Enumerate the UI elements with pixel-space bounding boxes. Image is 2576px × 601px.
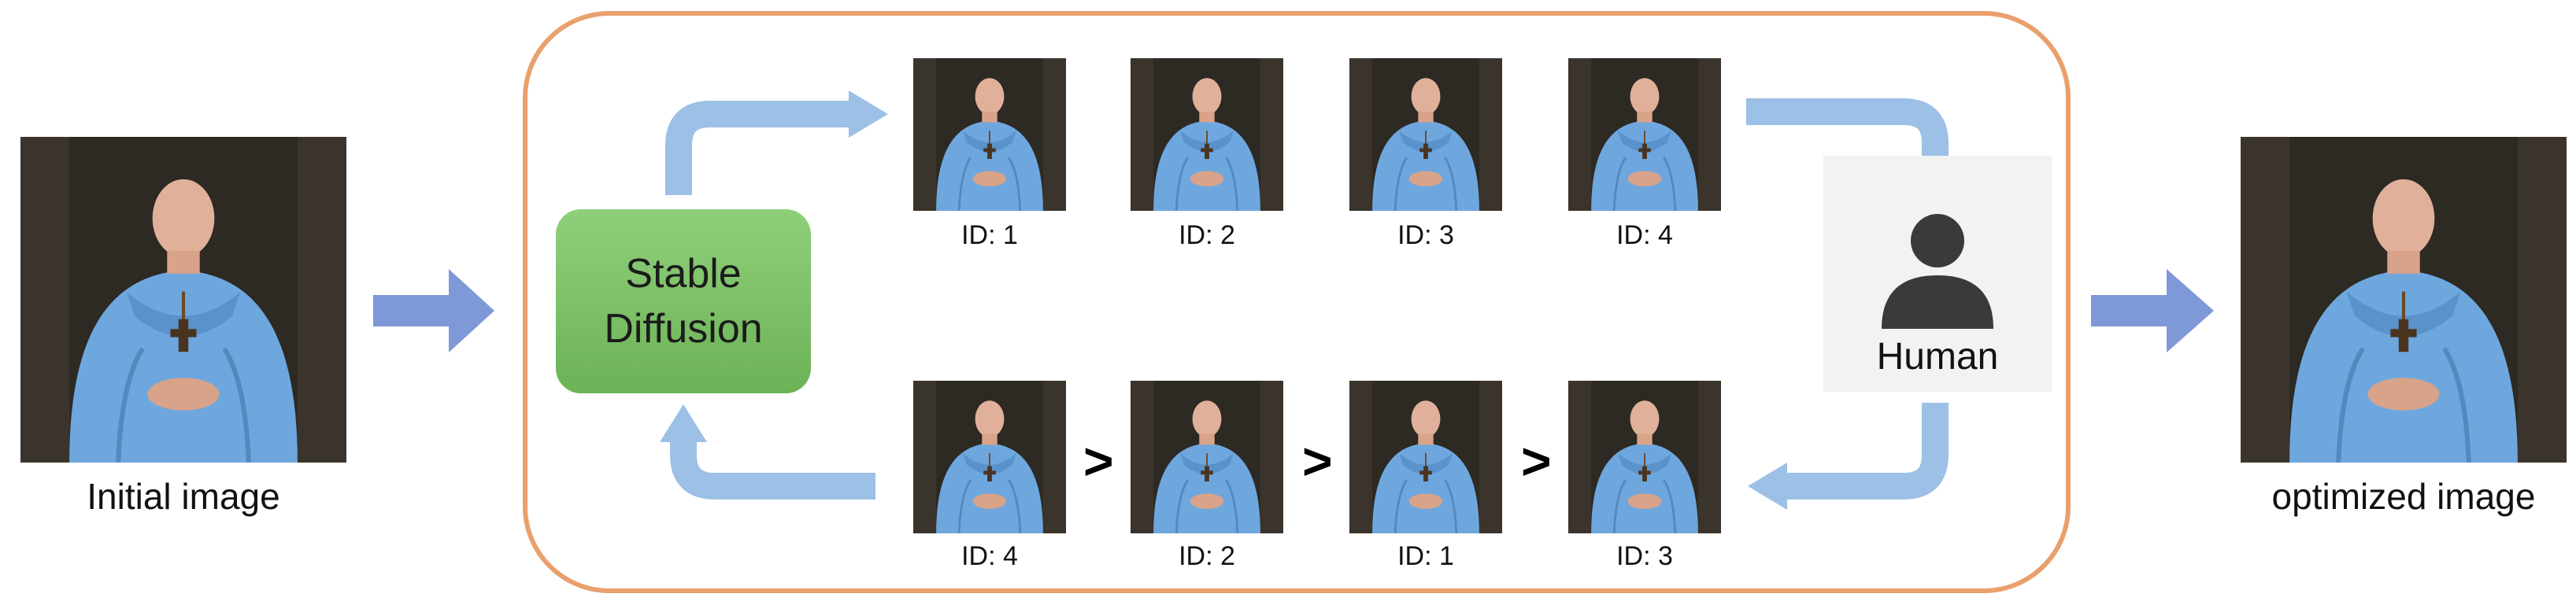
generated-id-label: ID: 1 bbox=[961, 220, 1018, 250]
input-arrow bbox=[373, 269, 494, 352]
stable-diffusion-box: Stable Diffusion bbox=[556, 209, 811, 393]
model-label-line1: Stable bbox=[625, 250, 742, 297]
generated-id-label: ID: 4 bbox=[1616, 220, 1673, 250]
human-to-ranked-arrow bbox=[1786, 403, 1949, 500]
initial-image bbox=[20, 137, 346, 463]
ranked-id-label: ID: 2 bbox=[1179, 541, 1235, 571]
generated-id-label: ID: 3 bbox=[1397, 220, 1454, 250]
rank-separator: > bbox=[1302, 432, 1333, 490]
generated-image bbox=[1568, 58, 1721, 211]
ranked-image bbox=[1349, 381, 1502, 533]
model-label-line2: Diffusion bbox=[604, 306, 763, 352]
ranked-image bbox=[1131, 381, 1283, 533]
human-panel: Human bbox=[1823, 156, 2052, 392]
ranked-id-label: ID: 4 bbox=[961, 541, 1018, 571]
generated-image bbox=[1131, 58, 1283, 211]
ranked-id-label: ID: 3 bbox=[1616, 541, 1673, 571]
ranked-image bbox=[913, 381, 1066, 533]
ranked-id-label: ID: 1 bbox=[1397, 541, 1454, 571]
human-label: Human bbox=[1876, 336, 1999, 378]
generated-image bbox=[913, 58, 1066, 211]
generated-id-label: ID: 2 bbox=[1179, 220, 1235, 250]
initial-image-caption: Initial image bbox=[87, 476, 280, 517]
rank-separator: > bbox=[1521, 432, 1552, 490]
flow-arrows bbox=[373, 90, 2214, 510]
optimized-image bbox=[2241, 137, 2567, 463]
generated-image bbox=[1349, 58, 1502, 211]
person-icon bbox=[1882, 214, 1993, 329]
ranked-to-sd-arrow bbox=[670, 441, 875, 500]
rank-separator: > bbox=[1083, 432, 1114, 490]
optimized-image-caption: optimized image bbox=[2271, 476, 2536, 517]
output-arrow bbox=[2091, 269, 2214, 352]
ranked-image bbox=[1568, 381, 1721, 533]
sd-to-generated-arrow bbox=[665, 101, 850, 195]
